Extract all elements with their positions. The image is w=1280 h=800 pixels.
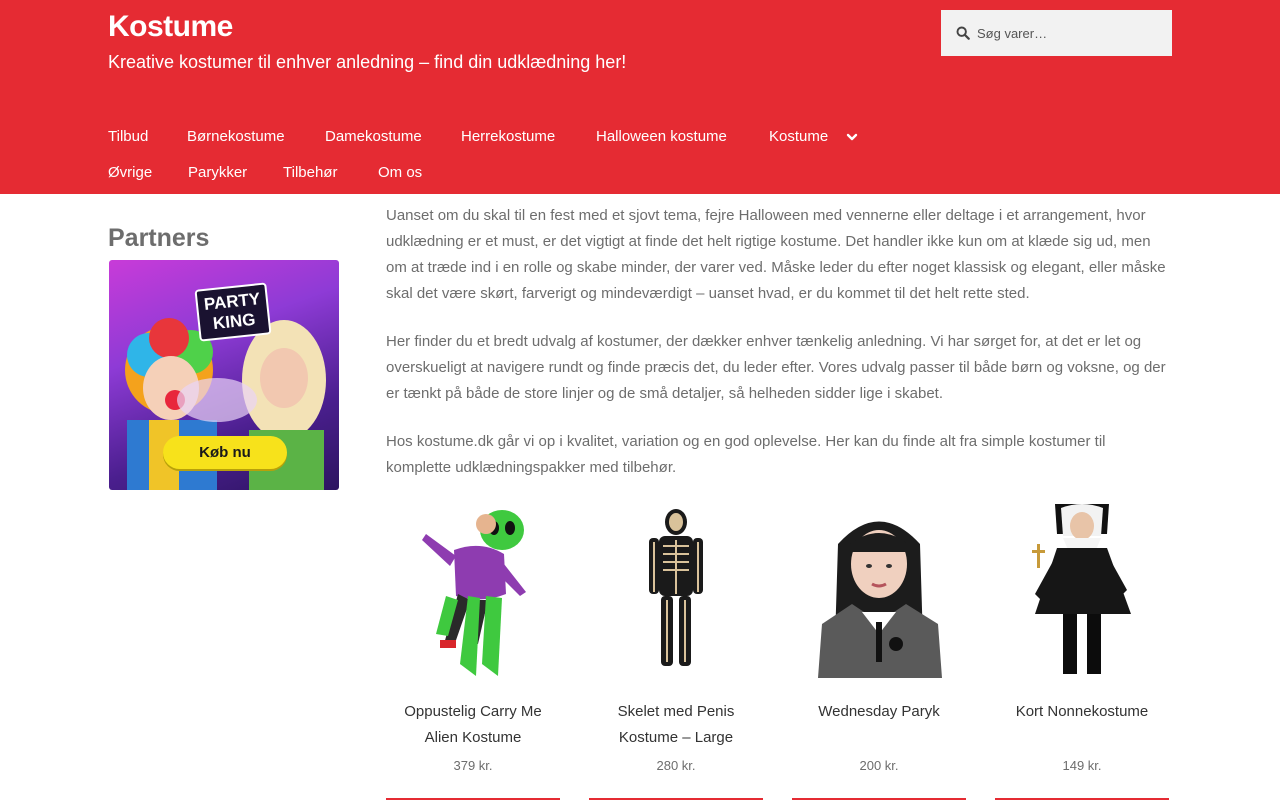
product-price: 149 kr. [1062,758,1102,773]
chevron-down-icon[interactable] [845,130,859,144]
nav-item-parykker[interactable]: Parykker [188,164,247,181]
product-image[interactable] [792,504,966,678]
nav-item-herrekostume[interactable]: Herrekostume [461,128,555,145]
product-image[interactable] [386,504,560,678]
skeleton-costume-icon [649,509,703,666]
sidebar-title: Partners [108,224,210,252]
product-card[interactable]: Wednesday Paryk 200 kr. [792,504,966,800]
nav-item-kostume[interactable]: Kostume [769,128,828,145]
product-title[interactable]: Wednesday Paryk [792,699,966,751]
intro-paragraph-3: Hos kostume.dk går vi op i kvalitet, var… [386,433,1106,476]
site-header: Kostume Kreative kostumer til enhver anl… [0,0,1280,194]
search-box[interactable] [941,10,1172,56]
product-title[interactable]: Kort Nonnekostume [995,699,1169,751]
product-price: 379 kr. [453,758,493,773]
product-title[interactable]: Skelet med Penis Kostume – Large [589,699,763,751]
nav-item-tilbud[interactable]: Tilbud [108,128,148,145]
buy-now-button[interactable]: Køb nu [163,436,287,469]
product-card[interactable]: Skelet med Penis Kostume – Large 280 kr. [589,504,763,800]
product-title[interactable]: Oppustelig Carry Me Alien Kostume [386,699,560,751]
product-card[interactable]: Oppustelig Carry Me Alien Kostume 379 kr… [386,504,560,800]
nun-costume-icon [1032,504,1131,674]
site-title[interactable]: Kostume [108,10,233,44]
partner-banner[interactable]: PARTY KING Køb nu [109,260,339,490]
intro-paragraph-2: Her finder du et bredt udvalg af kostume… [386,333,1166,402]
nav-item-tilbehoer[interactable]: Tilbehør [283,164,337,181]
nav-item-halloween-kostume[interactable]: Halloween kostume [596,128,727,145]
nav-item-boernekostume[interactable]: Børnekostume [187,128,285,145]
product-price: 280 kr. [656,758,696,773]
product-price: 200 kr. [859,758,899,773]
nav-item-oevrige[interactable]: Øvrige [108,164,152,181]
product-image[interactable] [995,504,1169,678]
search-icon [956,26,970,40]
alien-costume-icon [422,510,526,676]
search-input[interactable] [977,25,1157,41]
nav-item-damekostume[interactable]: Damekostume [325,128,422,145]
wednesday-wig-icon [792,504,966,678]
party-king-logo: PARTY KING [194,282,272,342]
nav-item-om-os[interactable]: Om os [378,164,422,181]
product-card[interactable]: Kort Nonnekostume 149 kr. [995,504,1169,800]
site-tagline: Kreative kostumer til enhver anledning –… [108,52,627,72]
intro-paragraph-1: Uanset om du skal til en fest med et sjo… [386,207,1166,302]
product-image[interactable] [589,504,763,678]
